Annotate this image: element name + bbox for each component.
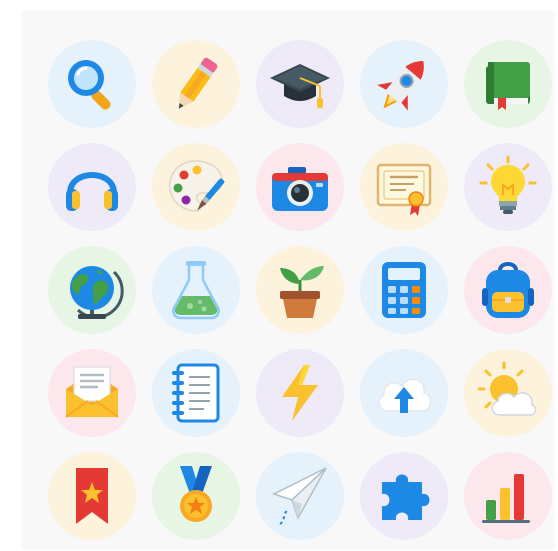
palette-icon[interactable] <box>152 143 240 231</box>
paper-plane-icon[interactable] <box>256 452 344 540</box>
book-icon[interactable] <box>464 40 552 128</box>
cloud-upload-icon[interactable] <box>360 349 448 437</box>
icon-grid <box>48 40 552 540</box>
certificate-icon[interactable] <box>360 143 448 231</box>
graduation-cap-icon[interactable] <box>256 40 344 128</box>
plant-icon[interactable] <box>256 246 344 334</box>
lightbulb-icon[interactable] <box>464 143 552 231</box>
weather-sun-cloud-icon[interactable] <box>464 349 552 437</box>
notebook-icon[interactable] <box>152 349 240 437</box>
backpack-icon[interactable] <box>464 246 552 334</box>
medal-icon[interactable] <box>152 452 240 540</box>
flask-icon[interactable] <box>152 246 240 334</box>
puzzle-icon[interactable] <box>360 452 448 540</box>
camera-icon[interactable] <box>256 143 344 231</box>
lightning-icon[interactable] <box>256 349 344 437</box>
headphones-icon[interactable] <box>48 143 136 231</box>
envelope-icon[interactable] <box>48 349 136 437</box>
bar-chart-icon[interactable] <box>464 452 552 540</box>
icon-panel <box>22 10 554 550</box>
calculator-icon[interactable] <box>360 246 448 334</box>
globe-icon[interactable] <box>48 246 136 334</box>
search-icon[interactable] <box>48 40 136 128</box>
pencil-icon[interactable] <box>152 40 240 128</box>
rocket-icon[interactable] <box>360 40 448 128</box>
bookmark-icon[interactable] <box>48 452 136 540</box>
